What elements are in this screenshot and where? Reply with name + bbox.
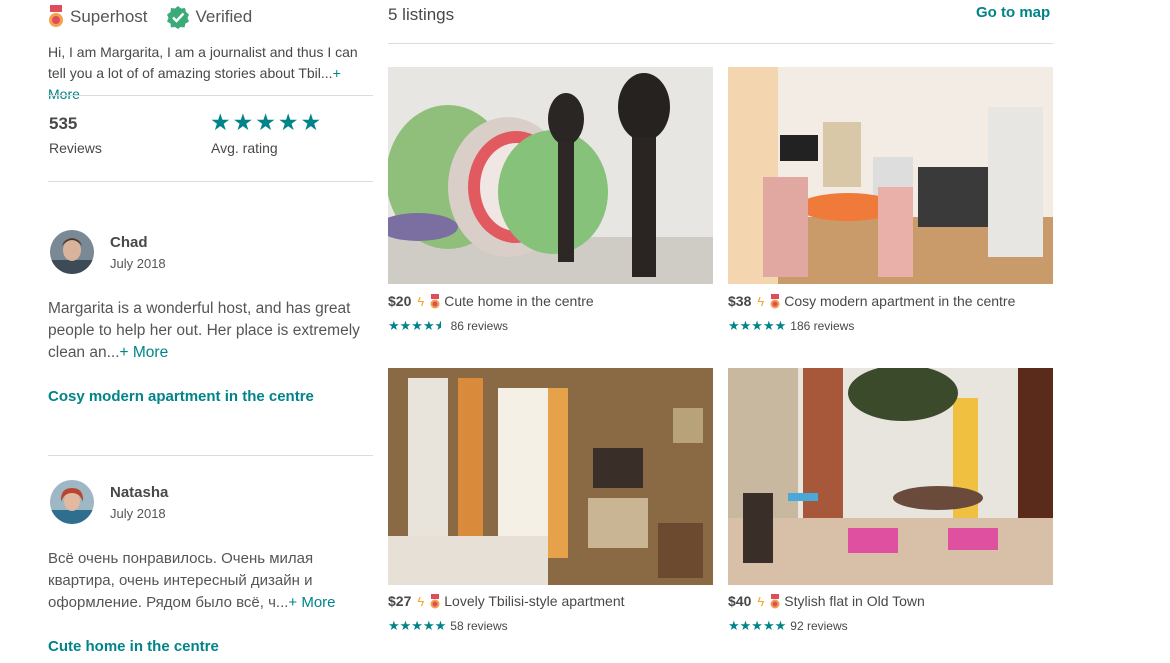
- listing-price: $27: [388, 593, 412, 609]
- listing-title-row[interactable]: $27 ϟ Lovely Tbilisi-style apartment: [388, 593, 625, 609]
- listing-rating: ★★★★★ 86 reviews: [388, 318, 508, 334]
- reviewer-avatar-natasha[interactable]: [50, 480, 94, 524]
- superhost-medal-icon: [430, 593, 440, 608]
- listing-rating: ★★★★★ 58 reviews: [388, 618, 508, 634]
- host-badges: Superhost Verified: [48, 5, 270, 29]
- listing-rating: ★★★★★ 92 reviews: [728, 618, 848, 634]
- reviewer-name: Chad: [110, 234, 148, 251]
- review-body: Всё очень понравилось. Очень милая кварт…: [48, 550, 314, 611]
- listing-title: Stylish flat in Old Town: [784, 593, 925, 609]
- listing-price: $38: [728, 293, 752, 309]
- instant-book-icon: ϟ: [417, 593, 425, 609]
- review-date: July 2018: [110, 506, 166, 521]
- review-listing-link[interactable]: Cute home in the centre: [48, 638, 219, 655]
- listing-photo-stylish-flat: [728, 368, 1053, 585]
- listing-reviews: 58 reviews: [450, 619, 508, 633]
- superhost-medal-icon: [430, 293, 440, 308]
- reviews-count: 535: [49, 114, 78, 133]
- listing-photo-cosy-modern: [728, 67, 1053, 284]
- instant-book-icon: ϟ: [757, 593, 765, 609]
- star-icon: ★: [300, 109, 322, 135]
- verified-check-icon: [166, 6, 189, 29]
- listing-reviews: 86 reviews: [450, 319, 508, 333]
- superhost-medal-icon: [49, 5, 63, 27]
- avatar-photo: [50, 480, 94, 524]
- listing-price: $20: [388, 293, 412, 309]
- listing-photo-cute-home: [388, 67, 713, 284]
- rating-stars-icon: ★★★★★: [728, 618, 787, 633]
- avatar-photo: [50, 230, 94, 274]
- review-text: Всё очень понравилось. Очень милая кварт…: [48, 548, 353, 614]
- reviews-count-label: Reviews: [49, 140, 102, 156]
- rating-stars-icon: ★★★★★: [728, 318, 787, 333]
- listing-reviews: 92 reviews: [790, 619, 848, 633]
- rating-stars-icon: ★★★★★: [388, 618, 447, 633]
- verified-label: Verified: [195, 7, 253, 26]
- listings-count: 5 listings: [388, 5, 455, 24]
- review-text: Margarita is a wonderful host, and has g…: [48, 298, 378, 364]
- listing-photo[interactable]: [728, 67, 1053, 284]
- listing-photo[interactable]: [388, 67, 713, 284]
- superhost-label: Superhost: [70, 7, 148, 26]
- star-icon: ★: [277, 109, 299, 135]
- listing-title-row[interactable]: $20 ϟ Cute home in the centre: [388, 293, 594, 309]
- divider: [388, 43, 1053, 44]
- review-more-link[interactable]: + More: [288, 594, 335, 611]
- divider: [48, 181, 373, 182]
- superhost-medal-icon: [770, 293, 780, 308]
- listing-photo-lovely-tbilisi: [388, 368, 713, 585]
- listing-reviews: 186 reviews: [790, 319, 855, 333]
- divider: [48, 95, 373, 96]
- avg-rating-label: Avg. rating: [211, 140, 278, 156]
- divider: [48, 455, 373, 456]
- listing-title: Lovely Tbilisi-style apartment: [444, 593, 625, 609]
- listing-photo[interactable]: [728, 368, 1053, 585]
- avg-rating-stars: ★ ★ ★ ★ ★: [210, 111, 323, 134]
- listing-title-row[interactable]: $40 ϟ Stylish flat in Old Town: [728, 593, 925, 609]
- verified-badge: Verified: [166, 5, 253, 29]
- star-icon: ★: [232, 109, 254, 135]
- star-icon: ★: [210, 109, 231, 135]
- listing-title: Cosy modern apartment in the centre: [784, 293, 1016, 309]
- review-more-link[interactable]: + More: [120, 344, 169, 361]
- reviewer-avatar-chad[interactable]: [50, 230, 94, 274]
- rating-stars-icon: ★★★★★: [388, 318, 441, 333]
- superhost-medal-icon: [770, 593, 780, 608]
- host-bio-text: Hi, I am Margarita, I am a journalist an…: [48, 44, 358, 81]
- instant-book-icon: ϟ: [757, 293, 765, 309]
- reviewer-name: Natasha: [110, 484, 169, 501]
- superhost-badge: Superhost: [48, 5, 148, 29]
- listing-title: Cute home in the centre: [444, 293, 594, 309]
- instant-book-icon: ϟ: [417, 293, 425, 309]
- review-date: July 2018: [110, 256, 166, 271]
- listing-price: $40: [728, 593, 752, 609]
- review-listing-link[interactable]: Cosy modern apartment in the centre: [48, 388, 314, 405]
- go-to-map-link[interactable]: Go to map: [976, 4, 1050, 21]
- listing-title-row[interactable]: $38 ϟ Cosy modern apartment in the centr…: [728, 293, 1015, 309]
- listing-photo[interactable]: [388, 368, 713, 585]
- star-icon: ★: [255, 109, 276, 135]
- review-body: Margarita is a wonderful host, and has g…: [48, 300, 360, 361]
- listing-rating: ★★★★★ 186 reviews: [728, 318, 854, 334]
